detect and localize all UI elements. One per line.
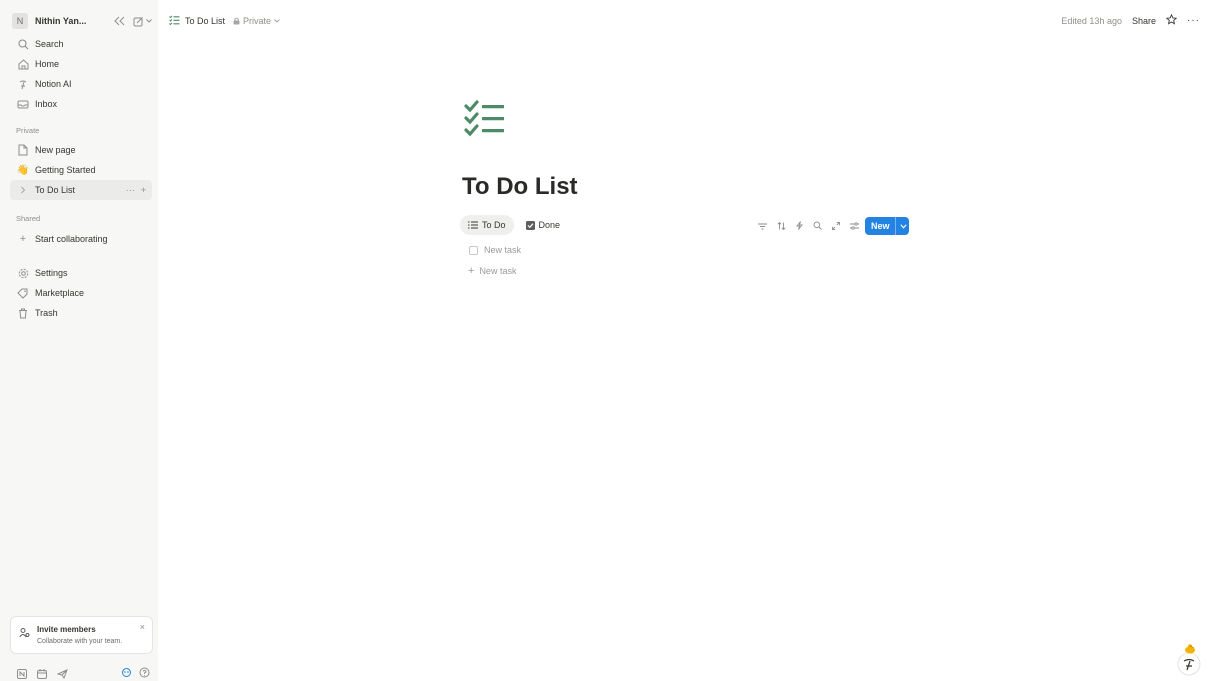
sidebar-item-new-page[interactable]: New page (10, 140, 152, 160)
sidebar-item-label: Marketplace (35, 288, 85, 298)
calendar-icon[interactable] (37, 669, 47, 679)
sidebar-item-label: Notion AI (35, 79, 72, 89)
help-assistant-button[interactable] (1176, 643, 1202, 677)
page-emoji-checklist-icon[interactable] (464, 100, 506, 143)
topbar-actions: Edited 13h ago Share ··· (1061, 13, 1200, 27)
workspace-switcher[interactable]: N Nithin Yan... (10, 11, 152, 31)
new-button-divider (894, 217, 896, 235)
notion-logo-icon[interactable] (17, 669, 27, 679)
page-title[interactable]: To Do List (462, 173, 578, 201)
send-icon[interactable] (57, 669, 68, 679)
star-icon[interactable] (1165, 13, 1178, 27)
mascot-icon[interactable] (121, 665, 132, 681)
view-settings-icon[interactable] (850, 217, 859, 235)
sort-icon[interactable] (777, 217, 786, 235)
breadcrumb: To Do List Private (169, 15, 280, 27)
page-icon (16, 143, 30, 157)
database-toolbar (758, 217, 859, 235)
filter-icon[interactable] (758, 217, 767, 235)
plus-icon: + (19, 233, 27, 245)
main-content: To Do List Private Edited 13h ago Share … (158, 0, 1208, 681)
sidebar-item-label: New page (35, 145, 76, 155)
sidebar-item-search[interactable]: Search (10, 34, 152, 54)
sidebar-item-home[interactable]: Home (10, 54, 152, 74)
add-task-button[interactable]: + New task (468, 265, 516, 277)
sidebar-item-notion-ai[interactable]: Notion AI (10, 74, 152, 94)
close-icon[interactable]: × (140, 622, 145, 632)
sidebar-item-label: Inbox (35, 99, 58, 109)
view-tab-done[interactable]: Done (518, 215, 569, 235)
sidebar-item-label: Search (35, 39, 64, 49)
automation-lightning-icon[interactable] (796, 217, 803, 235)
sidebar-item-getting-started[interactable]: 👋 Getting Started (10, 160, 152, 180)
sidebar-item-label: Start collaborating (35, 234, 108, 244)
sidebar-item-label: Trash (35, 308, 58, 318)
share-button[interactable]: Share (1132, 16, 1156, 26)
more-options-icon[interactable]: ··· (1187, 15, 1200, 26)
sidebar-private-section: Private New page 👋 Getting Started To Do… (10, 123, 152, 200)
sidebar-item-label: Home (35, 59, 60, 69)
sidebar-bottom-bar (17, 665, 150, 681)
trash-icon (16, 306, 30, 320)
topbar: To Do List Private Edited 13h ago Share … (158, 11, 1208, 31)
privacy-menu[interactable]: Private (233, 16, 280, 26)
sidebar-item-label: Getting Started (35, 165, 96, 175)
sidebar-item-start-collaborating[interactable]: + Start collaborating (10, 229, 152, 249)
add-subpage-icon[interactable]: + (141, 185, 146, 195)
edited-timestamp: Edited 13h ago (1061, 15, 1122, 26)
sidebar-item-label: To Do List (35, 185, 76, 195)
sidebar-tools-section: Settings Marketplace Trash (10, 263, 152, 323)
workspace-name: Nithin Yan... (35, 16, 87, 26)
search-icon (16, 37, 30, 51)
task-title-placeholder[interactable]: New task (484, 245, 521, 255)
privacy-label: Private (243, 16, 272, 26)
database-view-tabs: To Do Done (460, 215, 568, 235)
help-icon[interactable] (139, 665, 150, 681)
new-page-compose-icon[interactable] (133, 16, 152, 27)
new-button[interactable]: New (865, 217, 909, 235)
sidebar-item-to-do-list[interactable]: To Do List ··· + (10, 180, 152, 200)
invite-title: Invite members (37, 625, 96, 634)
sidebar-item-inbox[interactable]: Inbox (10, 94, 152, 114)
search-icon[interactable] (813, 217, 822, 235)
list-icon (468, 221, 478, 229)
sidebar-item-marketplace[interactable]: Marketplace (10, 283, 152, 303)
add-task-label: New task (479, 266, 517, 276)
sidebar: N Nithin Yan... Search Home Notion AI In… (0, 0, 158, 681)
breadcrumb-page[interactable]: To Do List (185, 16, 225, 26)
sidebar-main-nav: Search Home Notion AI Inbox (10, 34, 152, 114)
view-tab-label: Done (538, 220, 561, 230)
checklist-icon (169, 15, 180, 27)
invite-subtitle: Collaborate with your team. (37, 638, 123, 645)
workspace-avatar: N (12, 13, 28, 29)
sidebar-item-settings[interactable]: Settings (10, 263, 152, 283)
expand-icon[interactable] (832, 217, 840, 235)
view-tab-to-do[interactable]: To Do (460, 215, 514, 235)
chevron-down-icon[interactable] (899, 223, 907, 229)
collapse-sidebar-icon[interactable] (114, 16, 125, 26)
task-checkbox[interactable] (469, 245, 478, 255)
chevron-down-icon (274, 19, 280, 23)
home-icon (16, 57, 30, 71)
inbox-icon (16, 97, 30, 111)
task-row[interactable]: New task (469, 245, 521, 255)
chevron-right-icon[interactable] (16, 183, 30, 197)
section-label-private[interactable]: Private (10, 123, 152, 139)
sidebar-item-label: Settings (35, 268, 68, 278)
new-button-label: New (871, 221, 890, 231)
sidebar-item-trash[interactable]: Trash (10, 303, 152, 323)
section-label-shared[interactable]: Shared (10, 211, 152, 227)
waving-hand-icon: 👋 (16, 164, 30, 176)
checkbox-checked-icon (525, 220, 535, 230)
sidebar-shared-section: Shared + Start collaborating (10, 211, 152, 249)
notion-ai-icon (16, 77, 30, 91)
invite-people-icon (19, 625, 30, 643)
gear-icon (16, 266, 30, 280)
marketplace-icon (16, 286, 30, 300)
plus-icon: + (468, 265, 475, 277)
more-options-icon[interactable]: ··· (126, 185, 135, 195)
lock-icon (233, 17, 240, 25)
invite-members-card[interactable]: Invite members Collaborate with your tea… (10, 616, 153, 654)
view-tab-label: To Do (482, 220, 506, 230)
